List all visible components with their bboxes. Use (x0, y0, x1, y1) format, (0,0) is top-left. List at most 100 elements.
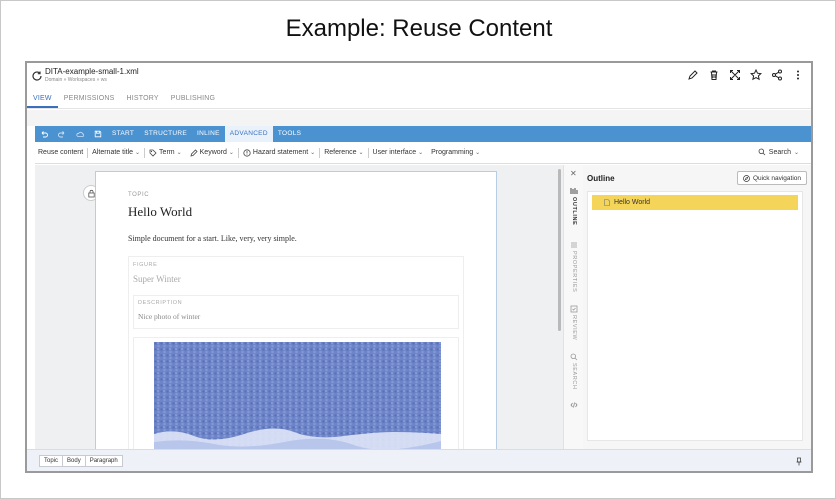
chevron-down-icon: ⌄ (418, 150, 424, 156)
side-tab-properties[interactable]: PROPERTIES (567, 241, 581, 292)
search-label: Search (768, 148, 791, 156)
programming-dropdown[interactable]: Programming ⌄ (427, 149, 484, 156)
side-tab-search-label: SEARCH (571, 363, 577, 390)
trash-icon[interactable] (706, 67, 721, 82)
side-tab-outline-label: OUTLINE (571, 197, 577, 226)
file-name: DITA-example-small-1.xml (45, 67, 139, 76)
figure-title[interactable]: Super Winter (133, 274, 181, 284)
tab-permissions[interactable]: PERMISSIONS (58, 91, 121, 108)
term-dropdown[interactable]: Term ⌄ (145, 149, 186, 157)
reference-dropdown[interactable]: Reference ⌄ (320, 149, 367, 156)
reference-label: Reference (324, 149, 357, 156)
outline-item-hello-world[interactable]: Hello World (592, 195, 798, 210)
user-interface-dropdown[interactable]: User interface ⌄ (369, 149, 428, 156)
editor-scroll-thumb[interactable] (558, 169, 561, 331)
winter-photo[interactable] (154, 342, 441, 449)
chevron-down-icon: ⌄ (228, 150, 234, 156)
view-tabs: VIEW PERMISSIONS HISTORY PUBLISHING (27, 91, 811, 109)
crossed-arrows-icon[interactable] (727, 67, 742, 82)
side-panel-tabs: ✕ OUTLINE PROPERTIES REVIEW SEARCH (563, 165, 583, 449)
breadcrumb-item-topic[interactable]: Topic (39, 455, 64, 467)
topic-label: TOPIC (128, 192, 150, 198)
side-tab-search[interactable]: SEARCH (567, 353, 581, 390)
document-editor[interactable]: TOPIC Hello World Simple document for a … (35, 165, 557, 449)
outline-title: Outline (587, 174, 615, 183)
compass-icon (743, 174, 750, 182)
alternate-title-dropdown[interactable]: Alternate title ⌄ (88, 149, 144, 156)
breadcrumb-item-paragraph[interactable]: Paragraph (84, 455, 123, 467)
chevron-down-icon: ⌄ (135, 150, 141, 156)
chevron-down-icon: ⌄ (475, 150, 481, 156)
redo-icon[interactable] (53, 126, 71, 142)
ribbon-tab-start[interactable]: START (107, 126, 139, 142)
description-text[interactable]: Nice photo of winter (138, 312, 200, 321)
side-tab-review-label: REVIEW (571, 315, 577, 341)
chevron-down-icon: ⌄ (793, 149, 799, 156)
term-label: Term (159, 149, 175, 156)
star-icon[interactable] (748, 67, 763, 82)
chevron-down-icon: ⌄ (176, 150, 182, 156)
chevron-down-icon: ⌄ (358, 150, 364, 156)
more-vertical-icon[interactable] (790, 67, 805, 82)
tab-view[interactable]: VIEW (27, 91, 58, 108)
app-header: DITA-example-small-1.xml Domain » Worksp… (27, 63, 811, 89)
figure-label: FIGURE (133, 262, 158, 268)
outline-item-label: Hello World (614, 199, 651, 206)
pen-icon (190, 148, 198, 157)
breadcrumb: Topic Body Paragraph (39, 455, 123, 467)
ribbon-toolbar: START STRUCTURE INLINE ADVANCED TOOLS (35, 126, 811, 142)
breadcrumb-item-body[interactable]: Body (62, 455, 86, 467)
search-dropdown[interactable]: Search ⌄ (758, 148, 799, 156)
tab-publishing[interactable]: PUBLISHING (165, 91, 221, 108)
image-container[interactable] (133, 337, 459, 449)
search-icon (758, 148, 766, 156)
topic-paragraph[interactable]: Simple document for a start. Like, very,… (128, 234, 297, 243)
header-actions (685, 67, 805, 82)
topic-title[interactable]: Hello World (128, 204, 192, 220)
chevron-down-icon: ⌄ (310, 150, 316, 156)
hazard-statement-dropdown[interactable]: Hazard statement ⌄ (239, 148, 319, 157)
outline-tree: Hello World (587, 191, 803, 441)
toolbar-band (27, 110, 811, 126)
side-tab-review[interactable]: REVIEW (567, 305, 581, 340)
keyword-label: Keyword (199, 149, 227, 156)
hazard-statement-label: Hazard statement (252, 149, 309, 156)
tab-history[interactable]: HISTORY (121, 91, 165, 108)
warning-circle-icon (243, 148, 251, 157)
close-icon[interactable]: ✕ (570, 169, 577, 178)
page-title: Example: Reuse Content (285, 15, 553, 42)
side-tab-outline[interactable]: OUTLINE (567, 187, 581, 225)
tag-icon (149, 149, 157, 157)
description-block[interactable]: DESCRIPTION Nice photo of winter (133, 295, 459, 329)
reuse-content-button[interactable]: Reuse content (35, 149, 87, 156)
topic-page[interactable]: TOPIC Hello World Simple document for a … (95, 171, 497, 449)
keyword-dropdown[interactable]: Keyword ⌄ (186, 148, 238, 157)
editor-window: DITA-example-small-1.xml Domain » Worksp… (25, 61, 813, 473)
alternate-title-label: Alternate title (92, 149, 134, 156)
quick-navigation-label: Quick navigation (752, 174, 801, 182)
ribbon-tab-inline[interactable]: INLINE (192, 126, 225, 142)
share-icon[interactable] (769, 67, 784, 82)
cloud-icon[interactable] (71, 126, 89, 142)
pin-icon[interactable] (795, 457, 803, 466)
side-tab-code[interactable] (567, 401, 581, 411)
ribbon-tab-advanced[interactable]: ADVANCED (224, 126, 273, 142)
advanced-toolbar: Reuse content Alternate title ⌄ Term ⌄ Key… (35, 142, 811, 164)
status-footer: Topic Body Paragraph (27, 449, 811, 471)
sync-icon[interactable] (31, 70, 43, 82)
pencil-icon[interactable] (685, 67, 700, 82)
save-icon[interactable] (89, 126, 107, 142)
ribbon-tab-structure[interactable]: STRUCTURE (139, 126, 192, 142)
page-frame: Example: Reuse Content DITA-example-smal… (0, 0, 836, 499)
outline-icon (570, 188, 578, 194)
figure-block[interactable]: FIGURE Super Winter DESCRIPTION Nice pho… (128, 256, 464, 449)
side-tab-properties-label: PROPERTIES (571, 251, 577, 293)
ribbon-tab-tools[interactable]: TOOLS (273, 126, 306, 142)
properties-icon (571, 242, 577, 248)
file-path[interactable]: Domain » Workspaces » ws (45, 77, 107, 83)
quick-navigation-button[interactable]: Quick navigation (736, 171, 807, 185)
search-icon (570, 353, 578, 361)
programming-label: Programming (431, 149, 474, 156)
description-label: DESCRIPTION (138, 300, 183, 306)
undo-icon[interactable] (35, 126, 53, 142)
